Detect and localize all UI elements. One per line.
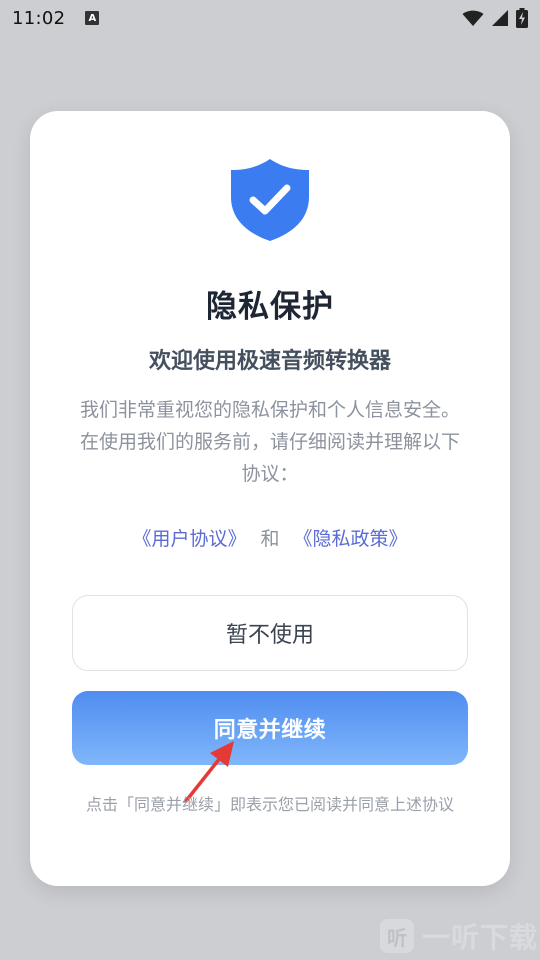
status-time: 11:02	[12, 7, 66, 29]
notification-icon: A	[85, 11, 100, 25]
battery-charging-icon	[516, 8, 528, 28]
accept-button[interactable]: 同意并继续	[72, 691, 468, 765]
agreement-links: 《用户协议》和《隐私政策》	[30, 524, 510, 551]
watermark-text: 一听下载	[422, 921, 539, 954]
dialog-subtitle: 欢迎使用极速音频转换器	[148, 349, 391, 374]
watermark: 听 一听下载	[380, 916, 538, 956]
shield-check-icon	[231, 159, 309, 241]
privacy-dialog: 隐私保护 欢迎使用极速音频转换器 我们非常重视您的隐私保护和个人信息安全。在使用…	[30, 111, 510, 886]
decline-button[interactable]: 暂不使用	[72, 595, 468, 671]
privacy-policy-link[interactable]: 《隐私政策》	[294, 528, 408, 550]
dialog-title: 隐私保护	[206, 289, 334, 325]
user-agreement-link[interactable]: 《用户协议》	[132, 528, 246, 550]
dialog-description: 我们非常重视您的隐私保护和个人信息安全。在使用我们的服务前，请仔细阅读并理解以下…	[79, 399, 460, 485]
watermark-logo: 听	[380, 919, 414, 953]
and-text: 和	[260, 528, 280, 550]
signal-icon	[492, 10, 508, 26]
status-icons	[462, 8, 528, 28]
wifi-icon	[462, 10, 484, 26]
status-bar: 11:02 A	[0, 0, 540, 36]
status-left: 11:02 A	[12, 7, 100, 29]
consent-notice: 点击「同意并继续」即表示您已阅读并同意上述协议	[85, 795, 454, 814]
